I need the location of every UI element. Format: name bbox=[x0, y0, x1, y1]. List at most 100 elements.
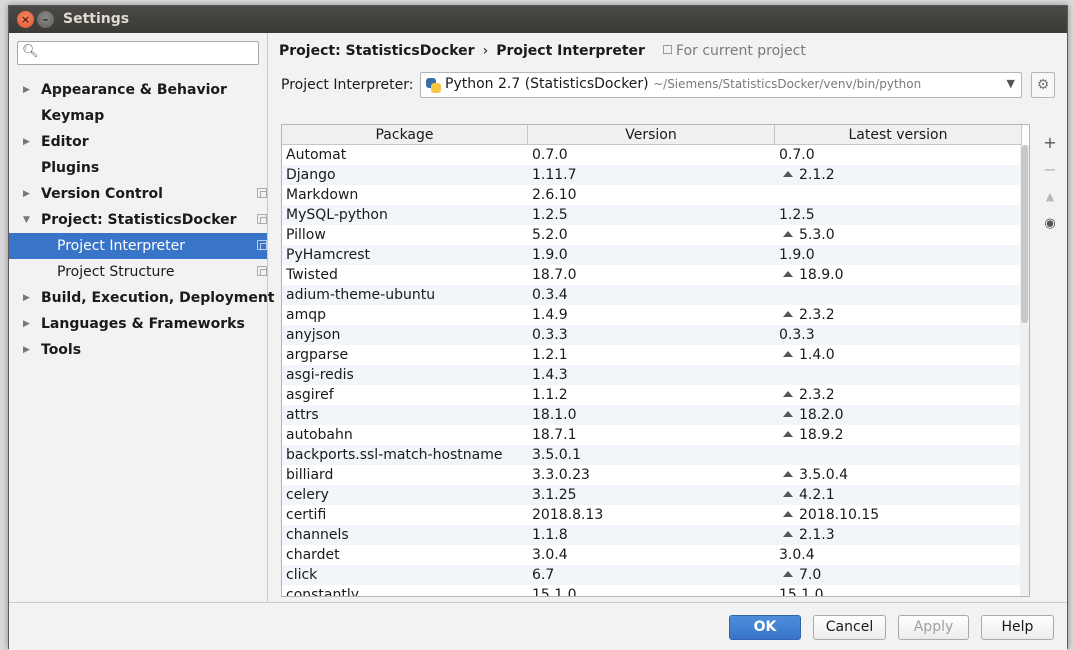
table-row[interactable]: autobahn 18.7.1 18.9.2 bbox=[282, 425, 1022, 445]
sidebar-item[interactable]: ▶ Build, Execution, Deployment bbox=[9, 285, 275, 311]
package-cell: Pillow bbox=[286, 225, 526, 245]
version-cell-text: 1.2.1 bbox=[532, 347, 568, 363]
table-row[interactable]: adium-theme-ubuntu 0.3.4 bbox=[282, 285, 1022, 305]
sidebar-item-label: Languages & Frameworks bbox=[41, 316, 245, 332]
sidebar-item[interactable]: ▶ Editor bbox=[9, 129, 267, 155]
upgrade-package-button[interactable]: ▲ bbox=[1039, 183, 1061, 210]
table-row[interactable]: Django 1.11.7 2.1.2 bbox=[282, 165, 1022, 185]
apply-button[interactable]: Apply bbox=[898, 615, 969, 640]
ok-button[interactable]: OK bbox=[729, 615, 801, 640]
table-body: Automat 0.7.0 0.7.0 Django 1.11.7 2.1.2 Markdo… bbox=[282, 145, 1022, 596]
column-header-version[interactable]: Version bbox=[528, 125, 775, 145]
sidebar-item-label: Editor bbox=[41, 134, 89, 150]
table-row[interactable]: Twisted 18.7.0 18.9.0 bbox=[282, 265, 1022, 285]
package-cell: constantly bbox=[286, 585, 526, 596]
package-cell-text: certifi bbox=[286, 507, 327, 523]
sidebar-item[interactable]: ▶ Appearance & Behavior bbox=[9, 77, 267, 103]
chevron-down-icon[interactable]: ▼ bbox=[23, 207, 33, 233]
sidebar-item[interactable]: ▼ Project: StatisticsDocker bbox=[9, 207, 267, 233]
package-cell-text: asgi-redis bbox=[286, 367, 354, 383]
scrollbar-thumb[interactable] bbox=[1021, 145, 1028, 323]
help-button[interactable]: Help bbox=[981, 615, 1054, 640]
table-row[interactable]: argparse 1.2.1 1.4.0 bbox=[282, 345, 1022, 365]
package-cell: amqp bbox=[286, 305, 526, 325]
table-row[interactable]: channels 1.1.8 2.1.3 bbox=[282, 525, 1022, 545]
package-cell: chardet bbox=[286, 545, 526, 565]
latest-version-cell-text: 7.0 bbox=[799, 567, 822, 583]
version-cell-text: 0.3.4 bbox=[532, 287, 568, 303]
version-cell-text: 5.2.0 bbox=[532, 227, 568, 243]
table-row[interactable]: constantly 15.1.0 15.1.0 bbox=[282, 585, 1022, 596]
minimize-window-button[interactable]: – bbox=[37, 11, 54, 28]
package-cell-text: autobahn bbox=[286, 427, 353, 443]
interpreter-dropdown[interactable]: Python 2.7 (StatisticsDocker) ~/Siemens/… bbox=[420, 72, 1022, 98]
chevron-right-icon[interactable]: ▶ bbox=[23, 129, 33, 155]
interpreter-settings-button[interactable]: ⚙ bbox=[1031, 72, 1055, 98]
table-row[interactable]: amqp 1.4.9 2.3.2 bbox=[282, 305, 1022, 325]
table-row[interactable]: Markdown 2.6.10 bbox=[282, 185, 1022, 205]
table-row[interactable]: Automat 0.7.0 0.7.0 bbox=[282, 145, 1022, 165]
chevron-right-icon[interactable]: ▶ bbox=[23, 337, 33, 363]
copy-icon bbox=[257, 214, 267, 224]
latest-version-cell: 2.1.2 bbox=[779, 165, 1019, 185]
chevron-right-icon[interactable]: ▶ bbox=[23, 77, 33, 103]
table-row[interactable]: celery 3.1.25 4.2.1 bbox=[282, 485, 1022, 505]
close-window-button[interactable]: × bbox=[17, 11, 34, 28]
column-header-latest-version[interactable]: Latest version bbox=[775, 125, 1022, 145]
sidebar-item-label: Project Interpreter bbox=[57, 238, 186, 254]
chevron-right-icon[interactable]: ▶ bbox=[23, 311, 33, 337]
interpreter-panel: Project: StatisticsDocker › Project Interp… bbox=[269, 33, 1069, 602]
version-cell: 1.4.9 bbox=[532, 305, 772, 325]
table-row[interactable]: billiard 3.3.0.23 3.5.0.4 bbox=[282, 465, 1022, 485]
latest-version-cell: 2.3.2 bbox=[779, 305, 1019, 325]
version-cell-text: 1.9.0 bbox=[532, 247, 568, 263]
table-row[interactable]: certifi 2018.8.13 2018.10.15 bbox=[282, 505, 1022, 525]
table-row[interactable]: attrs 18.1.0 18.2.0 bbox=[282, 405, 1022, 425]
chevron-right-icon[interactable]: ▶ bbox=[23, 181, 33, 207]
sidebar-item[interactable]: ▶ Version Control bbox=[9, 181, 267, 207]
chevron-right-icon[interactable]: ▶ bbox=[23, 285, 33, 311]
latest-version-cell: 18.9.0 bbox=[779, 265, 1019, 285]
breadcrumb-project[interactable]: Project: StatisticsDocker bbox=[279, 43, 475, 59]
sidebar-item[interactable]: ▶ Tools bbox=[9, 337, 267, 363]
table-row[interactable]: asgi-redis 1.4.3 bbox=[282, 365, 1022, 385]
latest-version-cell-text: 2.3.2 bbox=[799, 387, 835, 403]
sidebar-item[interactable]: Keymap bbox=[9, 103, 267, 129]
version-cell-text: 1.4.9 bbox=[532, 307, 568, 323]
table-row[interactable]: backports.ssl-match-hostname 3.5.0.1 bbox=[282, 445, 1022, 465]
cancel-button[interactable]: Cancel bbox=[813, 615, 886, 640]
sidebar-item-label: Keymap bbox=[41, 108, 105, 124]
table-row[interactable]: PyHamcrest 1.9.0 1.9.0 bbox=[282, 245, 1022, 265]
version-cell-text: 3.5.0.1 bbox=[532, 447, 581, 463]
table-row[interactable]: click 6.7 7.0 bbox=[282, 565, 1022, 585]
latest-version-cell-text: 0.7.0 bbox=[779, 147, 815, 163]
sidebar-item-label: Plugins bbox=[41, 160, 100, 176]
version-cell: 5.2.0 bbox=[532, 225, 772, 245]
package-cell-text: click bbox=[286, 567, 318, 583]
sidebar-item[interactable]: ▶ Languages & Frameworks bbox=[9, 311, 267, 337]
package-cell-text: channels bbox=[286, 527, 349, 543]
package-cell-text: chardet bbox=[286, 547, 340, 563]
table-row[interactable]: chardet 3.0.4 3.0.4 bbox=[282, 545, 1022, 565]
package-cell-text: adium-theme-ubuntu bbox=[286, 287, 436, 303]
sidebar-item[interactable]: Plugins bbox=[9, 155, 267, 181]
sidebar-item-label: Tools bbox=[41, 342, 82, 358]
latest-version-cell-text: 2.1.2 bbox=[799, 167, 835, 183]
search-input[interactable] bbox=[44, 44, 254, 62]
chevron-down-icon: ▼ bbox=[1006, 77, 1015, 90]
settings-search[interactable]: 🔍︎ bbox=[17, 41, 259, 65]
sidebar-item[interactable]: Project Structure bbox=[9, 259, 267, 285]
table-scrollbar[interactable] bbox=[1020, 145, 1029, 596]
package-cell-text: PyHamcrest bbox=[286, 247, 371, 263]
column-header-package[interactable]: Package bbox=[282, 125, 528, 145]
version-cell: 1.2.1 bbox=[532, 345, 772, 365]
add-package-button[interactable]: + bbox=[1039, 129, 1061, 156]
table-row[interactable]: asgiref 1.1.2 2.3.2 bbox=[282, 385, 1022, 405]
table-row[interactable]: anyjson 0.3.3 0.3.3 bbox=[282, 325, 1022, 345]
table-row[interactable]: MySQL-python 1.2.5 1.2.5 bbox=[282, 205, 1022, 225]
sidebar-item[interactable]: Project Interpreter bbox=[9, 233, 267, 259]
table-row[interactable]: Pillow 5.2.0 5.3.0 bbox=[282, 225, 1022, 245]
latest-version-cell-text: 1.9.0 bbox=[779, 247, 815, 263]
remove-package-button[interactable]: − bbox=[1039, 156, 1061, 183]
show-latest-eye-button[interactable]: ◉ bbox=[1039, 210, 1061, 237]
